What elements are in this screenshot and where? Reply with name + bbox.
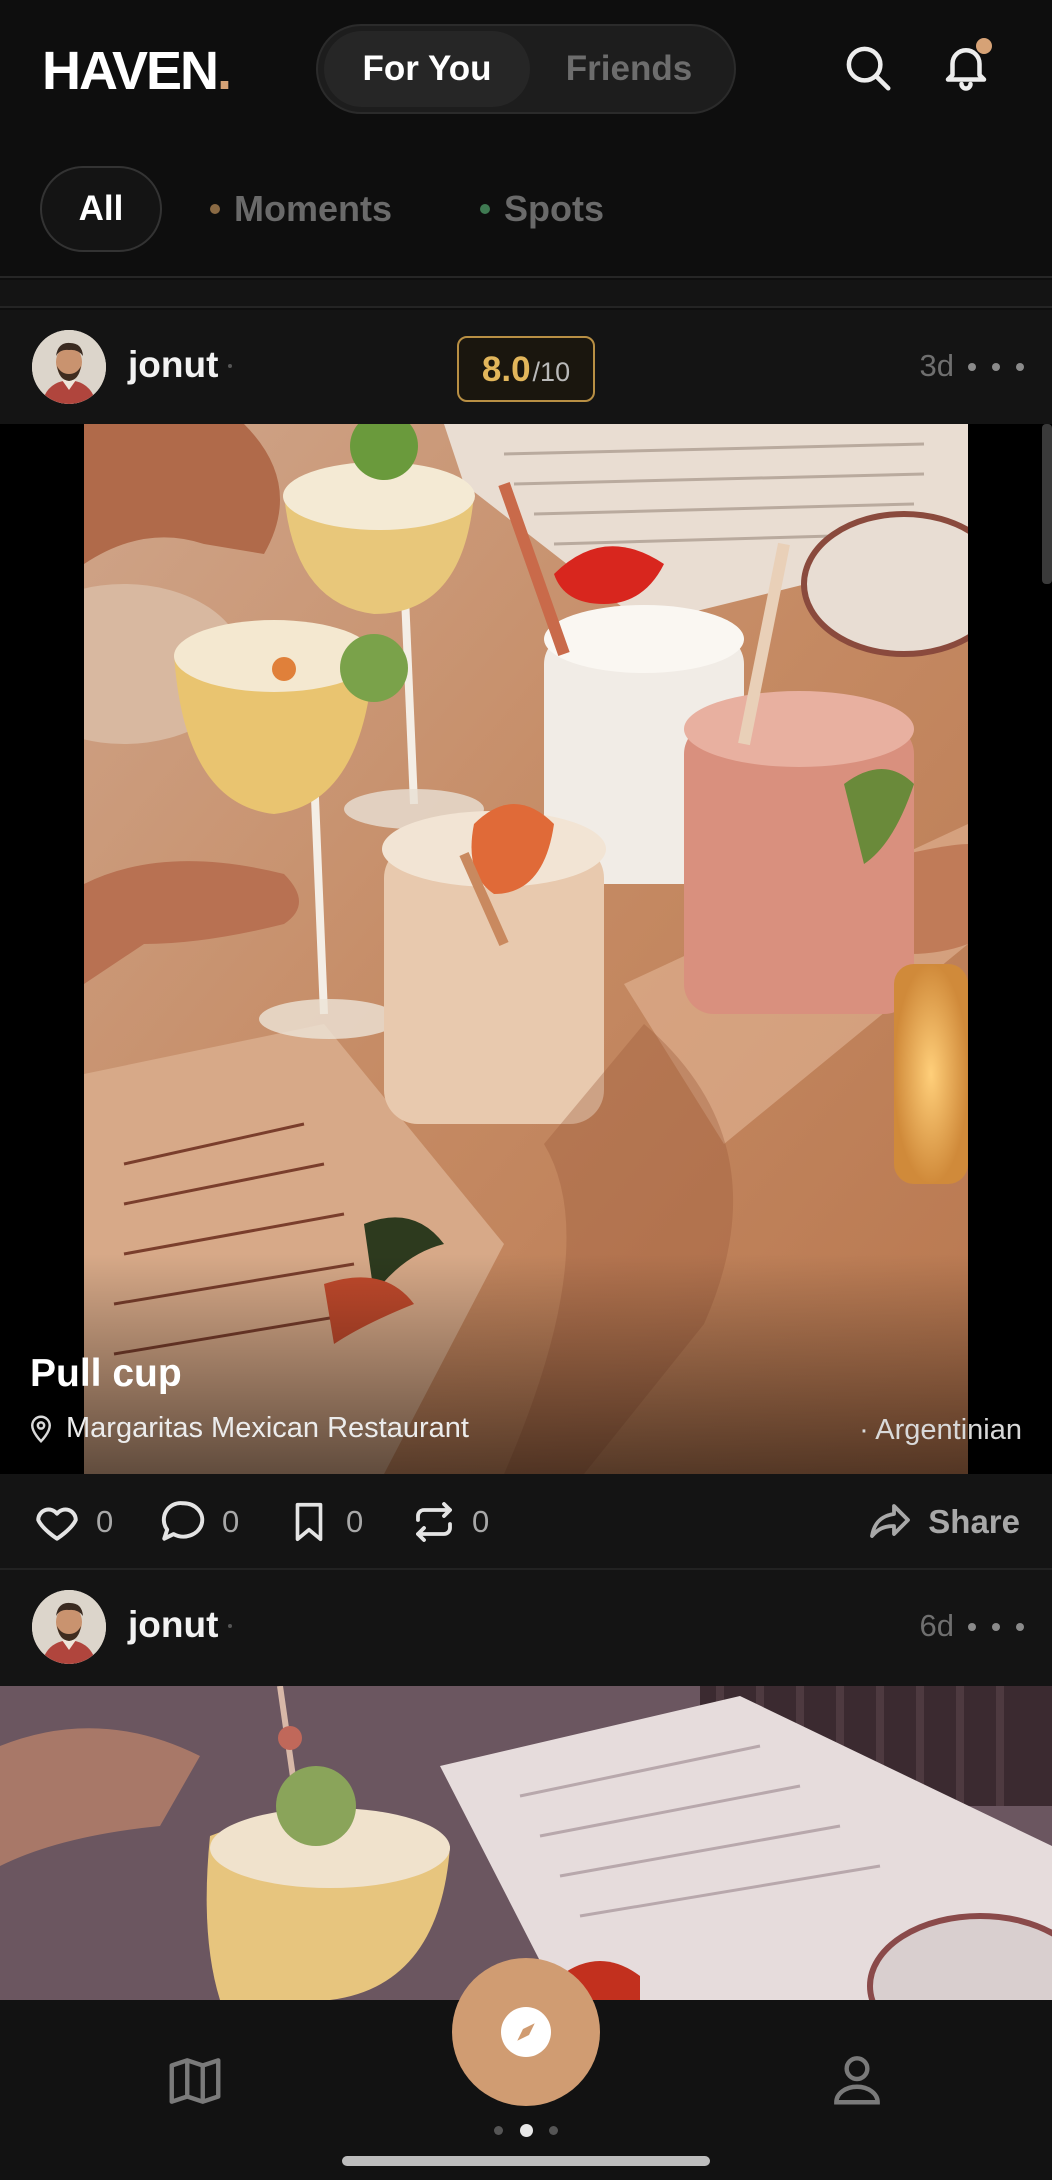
separator-dot (228, 1624, 232, 1628)
compass-icon (501, 2007, 551, 2057)
filter-moments[interactable]: Moments (210, 166, 392, 252)
like-count: 0 (96, 1504, 114, 1539)
save-button[interactable]: 0 (286, 1494, 363, 1550)
post-header: jonut 8.0 /10 3d (0, 310, 1052, 426)
more-options-icon[interactable] (968, 1612, 1024, 1642)
place-link[interactable]: Margaritas Mexican Restaurant (30, 1412, 469, 1445)
top-header: HAVEN. For You Friends (0, 0, 1052, 140)
filter-spots-label: Spots (504, 188, 605, 229)
comment-icon (161, 1501, 205, 1541)
moments-bullet (210, 204, 220, 214)
repost-count: 0 (472, 1504, 490, 1539)
post-actions: 0 0 0 0 Share (0, 1474, 1052, 1570)
separator-dot (228, 364, 232, 368)
post-header-2: jonut 6d (0, 1570, 1052, 1686)
search-button[interactable] (836, 36, 900, 100)
avatar[interactable] (32, 330, 106, 404)
heart-icon (36, 1507, 78, 1541)
notifications-button[interactable] (934, 34, 998, 98)
profile-icon (834, 2056, 880, 2105)
page-indicator (494, 2122, 558, 2138)
share-icon (870, 1504, 911, 1538)
rating-score: 8.0 (481, 350, 531, 389)
filter-bar: All Moments Spots (0, 140, 1052, 278)
page-dot (494, 2125, 503, 2135)
feed-switcher: For You Friends (316, 24, 736, 114)
like-button[interactable]: 0 (32, 1494, 113, 1550)
more-options-icon[interactable] (968, 352, 1024, 382)
post-photo-2[interactable] (0, 1686, 1052, 2000)
filter-spots[interactable]: Spots (480, 166, 604, 252)
comment-button[interactable]: 0 (158, 1494, 239, 1550)
save-count: 0 (346, 1504, 364, 1539)
post-time: 3d (919, 348, 954, 383)
location-pin-icon (31, 1415, 51, 1443)
home-indicator[interactable] (342, 2156, 710, 2166)
page-dot (549, 2125, 558, 2135)
comment-count: 0 (222, 1504, 240, 1539)
avatar[interactable] (32, 1590, 106, 1664)
search-icon (846, 46, 891, 91)
nav-profile-button[interactable] (826, 2048, 888, 2115)
feed-scrollbar[interactable] (1042, 424, 1052, 584)
share-label: Share (928, 1503, 1020, 1540)
notification-badge (976, 38, 992, 54)
share-button[interactable]: Share (866, 1494, 1020, 1550)
post-username[interactable]: jonut (128, 344, 218, 386)
tab-for-you[interactable]: For You (324, 31, 530, 107)
repost-button[interactable]: 0 (410, 1494, 489, 1550)
place-name: Margaritas Mexican Restaurant (66, 1412, 469, 1444)
page-dot-active (519, 2123, 533, 2137)
post-time: 6d (919, 1608, 954, 1643)
tab-friends[interactable]: Friends (530, 31, 728, 107)
bookmark-icon (295, 1502, 323, 1542)
previous-post-edge (0, 280, 1052, 308)
repost-icon (416, 1502, 452, 1542)
cuisine-label: · Argentinian (859, 1414, 1022, 1446)
spots-bullet (480, 204, 490, 214)
app-logo[interactable]: HAVEN. (42, 40, 232, 102)
explore-fab[interactable] (452, 1958, 600, 2106)
post-username[interactable]: jonut (128, 1604, 218, 1646)
filter-moments-label: Moments (234, 188, 393, 229)
map-icon (169, 2058, 221, 2104)
nav-map-button[interactable] (164, 2050, 226, 2117)
post-photo-container[interactable]: Pull cup Margaritas Mexican Restaurant ·… (0, 424, 1052, 1474)
dish-title: Pull cup (30, 1352, 182, 1395)
rating-outof: /10 (532, 357, 571, 387)
rating-badge: 8.0 /10 (457, 336, 595, 402)
filter-all[interactable]: All (40, 166, 162, 252)
